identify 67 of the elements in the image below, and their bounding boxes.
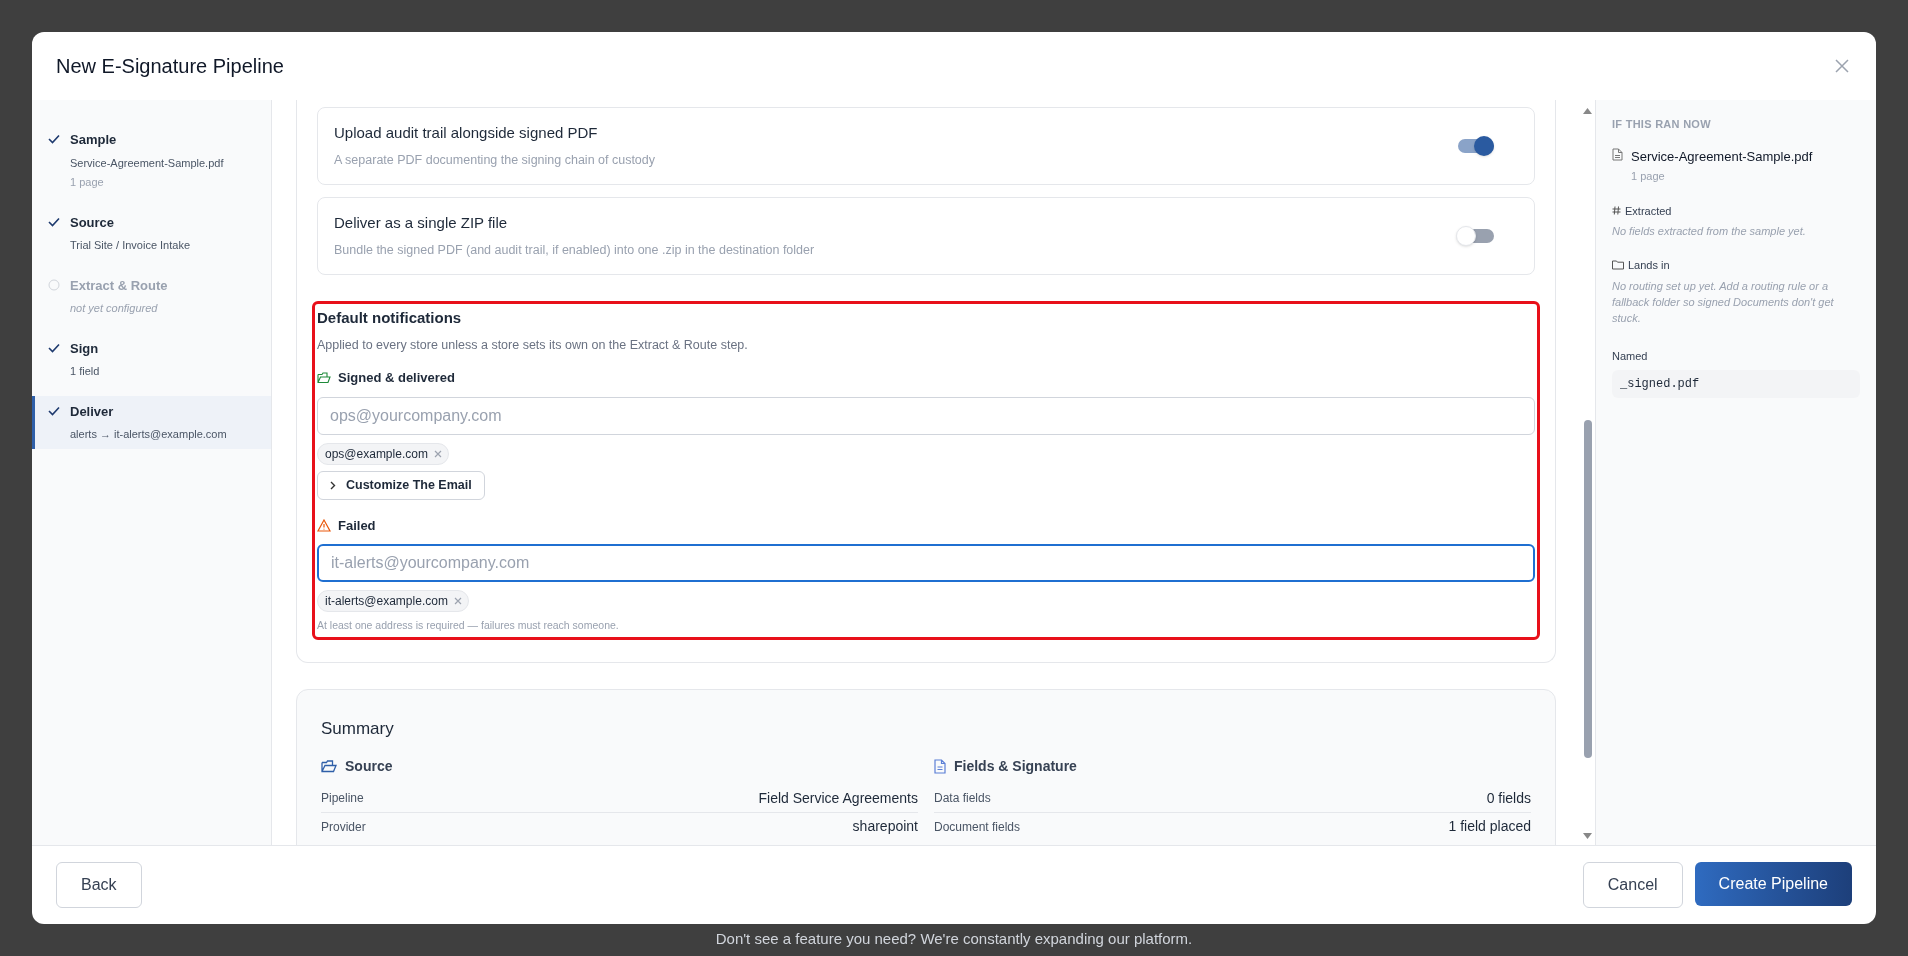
step-label[interactable]: Deliver <box>70 401 227 421</box>
cancel-button[interactable]: Cancel <box>1582 862 1683 908</box>
preview-section-title: Extracted <box>1625 203 1672 219</box>
summary-label: Provider <box>321 818 366 836</box>
folder-icon <box>317 372 331 384</box>
summary-value: Field Service Agreements <box>758 788 918 808</box>
toggle-switch[interactable] <box>1456 225 1494 247</box>
dialog-title: New E-Signature Pipeline <box>56 54 284 79</box>
backdrop-text: Don't see a feature you need? We're constantly expanding our platform. <box>715 928 1193 949</box>
chip-text: ops@example.com <box>325 445 428 463</box>
warning-icon <box>317 519 331 532</box>
summary-heading: Source <box>345 756 393 776</box>
folder-icon <box>321 759 337 773</box>
step-label[interactable]: Sign <box>70 338 100 358</box>
page-count: 1 page <box>1631 169 1666 184</box>
scroll-up-icon[interactable] <box>1583 108 1592 114</box>
email-input-field[interactable]: it-alerts@yourcompany.com <box>317 544 1535 583</box>
folder-icon <box>1612 260 1624 271</box>
preview-heading: IF THIS RAN NOW <box>1612 117 1712 132</box>
file-name-suffix: _signed.pdf <box>1612 370 1860 398</box>
toggle-switch[interactable] <box>1456 135 1494 157</box>
step-subtitle: Service-Agreement-Sample.pdf <box>70 155 224 171</box>
summary-title: Summary <box>321 718 395 740</box>
scroll-thumb[interactable] <box>1583 420 1592 758</box>
group-label: Signed & delivered <box>338 369 456 388</box>
step-label[interactable]: Sample <box>70 130 224 150</box>
preview-section-text: No fields extracted from the sample yet. <box>1612 224 1807 239</box>
section-description: Applied to every store unless a store sets its own on the Extract & Route step. <box>317 336 749 354</box>
option-description: A separate PDF documenting the signing chain of custody <box>334 152 656 170</box>
hash-icon <box>1612 206 1621 216</box>
step-label[interactable]: Source <box>70 212 191 232</box>
create-pipeline-button[interactable]: Create Pipeline <box>1694 862 1852 906</box>
back-button[interactable]: Back <box>56 862 142 908</box>
step-subtitle: not yet configured <box>70 301 159 316</box>
summary-value: sharepoint <box>852 817 918 836</box>
summary-value: 0 fields <box>1486 788 1531 808</box>
summary-heading: Fields & Signature <box>954 756 1077 776</box>
summary-value: 1 field placed <box>1448 817 1531 836</box>
section-title: Default notifications <box>317 308 463 328</box>
step-item[interactable]: Sample Service-Agreement-Sample.pdf 1 page <box>32 124 271 197</box>
option-title: Upload audit trail alongside signed PDF <box>334 122 599 143</box>
remove-icon[interactable] <box>433 449 442 458</box>
step-subtitle: Trial Site / Invoice Intake <box>70 238 191 253</box>
document-icon <box>934 758 946 774</box>
summary-label: Pipeline <box>321 790 364 807</box>
remove-icon[interactable] <box>453 597 462 606</box>
step-note: 1 page <box>70 175 105 190</box>
customize-email-button[interactable]: Customize The Email <box>317 470 485 500</box>
document-icon <box>1612 147 1623 161</box>
step-subtitle: alerts → it-alerts@example.com <box>70 427 227 442</box>
step-item[interactable]: Deliver alerts → it-alerts@example.com <box>32 395 271 449</box>
chip-text: it-alerts@example.com <box>325 593 448 611</box>
group-label: Failed <box>338 516 376 535</box>
preview-section-title: Lands in <box>1628 258 1670 273</box>
scroll-down-icon[interactable] <box>1583 833 1592 839</box>
hint-text: At least one address is required — failures must reach someone. <box>317 618 620 634</box>
summary-label: Document fields <box>934 818 1021 836</box>
preview-section-text: No routing set up yet. Add a routing rule or a fallback folder so signed Documents don't get stuck. <box>1612 278 1835 326</box>
file-name: Service-Agreement-Sample.pdf <box>1631 147 1813 166</box>
summary-label: Data fields <box>934 790 991 807</box>
step-item[interactable]: Sign 1 field <box>32 332 271 386</box>
step-subtitle: 1 field <box>70 364 100 379</box>
named-label: Named <box>1612 348 1649 364</box>
step-item[interactable]: Source Trial Site / Invoice Intake <box>32 206 271 260</box>
option-title: Deliver as a single ZIP file <box>334 212 509 233</box>
chevron-icon <box>330 480 336 490</box>
option-description: Bundle the signed PDF (and audit trail, if enabled) into one .zip in the destination folder <box>334 242 815 260</box>
